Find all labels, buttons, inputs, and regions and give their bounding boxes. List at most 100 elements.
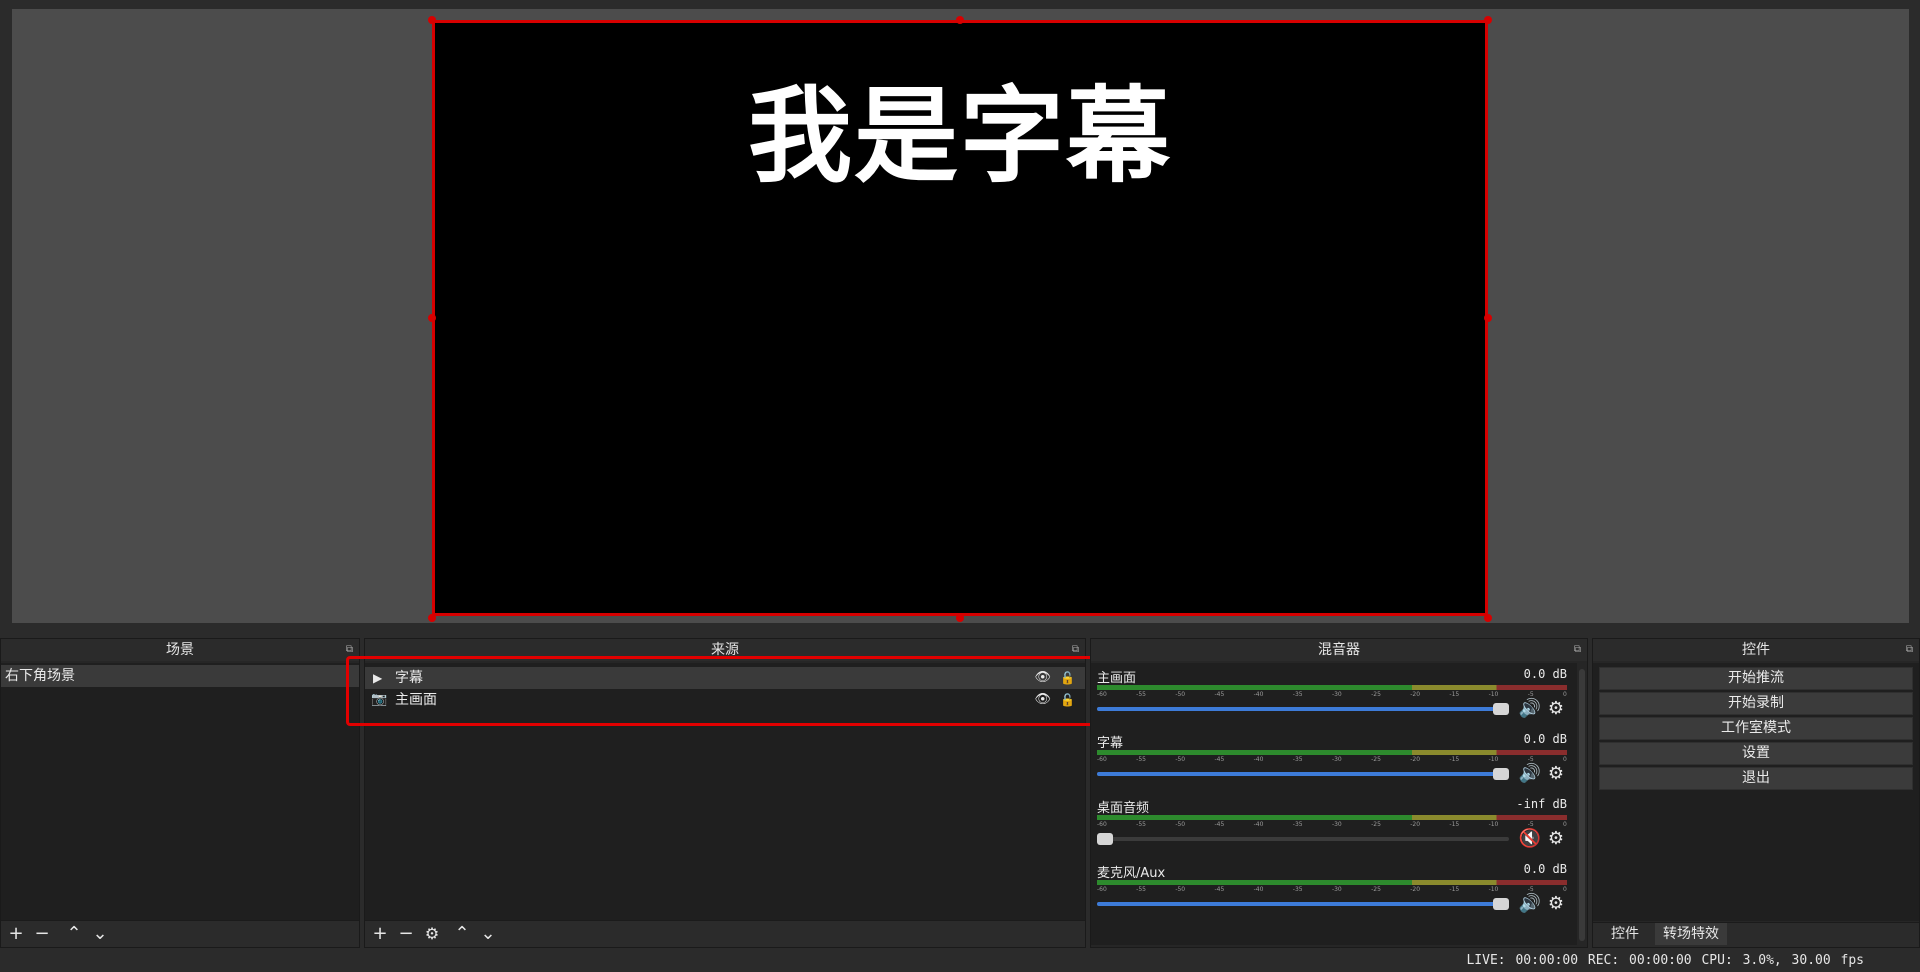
- resize-handle-left[interactable]: [428, 314, 436, 322]
- volume-fader[interactable]: [1097, 703, 1509, 715]
- move-source-up-button[interactable]: ⌃: [451, 923, 473, 945]
- add-scene-button[interactable]: +: [5, 923, 27, 945]
- volume-fader[interactable]: [1097, 833, 1509, 845]
- meter-tick-label: -45: [1214, 886, 1225, 893]
- mixer-channel-db: 0.0 dB: [1523, 667, 1567, 681]
- visibility-eye-icon[interactable]: 👁: [1034, 689, 1051, 711]
- scenes-list[interactable]: 右下角场景: [1, 663, 359, 921]
- resize-handle-bottom-right[interactable]: [1484, 614, 1492, 622]
- meter-tick-label: -20: [1410, 691, 1421, 698]
- tab-controls[interactable]: 控件: [1603, 923, 1647, 945]
- resize-handle-right[interactable]: [1484, 314, 1492, 322]
- mixer-channel-name: 字幕: [1097, 736, 1124, 751]
- volume-fader-fill: [1097, 772, 1509, 776]
- meter-ticks: -60 -55 -50 -45 -40 -35 -30 -25 -20 -15 -10 -5 0: [1097, 756, 1567, 766]
- source-item-label: 主画面: [395, 692, 437, 708]
- start-record-button[interactable]: 开始录制: [1599, 692, 1913, 715]
- undock-icon[interactable]: ⧉: [1906, 644, 1913, 655]
- visibility-eye-icon[interactable]: 👁: [1034, 667, 1051, 689]
- resize-handle-top-left[interactable]: [428, 16, 436, 24]
- meter-tick-label: -35: [1292, 756, 1303, 763]
- meter-tick-label: -40: [1253, 691, 1264, 698]
- meter-tick-label: -25: [1371, 886, 1381, 893]
- meter-tick-label: -10: [1488, 821, 1499, 828]
- mixer-channel-name: 麦克风/Aux: [1097, 866, 1166, 881]
- speaker-icon[interactable]: 🔊: [1517, 893, 1543, 915]
- meter-tick-label: -45: [1214, 821, 1225, 828]
- gear-icon[interactable]: ⚙: [1543, 763, 1569, 785]
- lock-icon[interactable]: 🔓: [1060, 689, 1075, 711]
- tab-transitions[interactable]: 转场特效: [1655, 923, 1727, 945]
- meter-tick-label: -10: [1488, 691, 1499, 698]
- sources-list[interactable]: ▶ 字幕 👁 🔓 📷 主画面 👁 🔓: [365, 663, 1085, 921]
- meter-tick-label: -55: [1136, 756, 1146, 763]
- resize-handle-bottom-left[interactable]: [428, 614, 436, 622]
- meter-tick-label: -25: [1371, 756, 1381, 763]
- meter-tick-label: -15: [1449, 756, 1460, 763]
- volume-fader-knob[interactable]: [1097, 833, 1113, 845]
- muted-speaker-icon[interactable]: 🔇: [1517, 828, 1543, 850]
- undock-icon[interactable]: ⧉: [346, 644, 353, 655]
- speaker-icon[interactable]: 🔊: [1517, 763, 1543, 785]
- volume-fader[interactable]: [1097, 898, 1509, 910]
- speaker-icon[interactable]: 🔊: [1517, 698, 1543, 720]
- studio-mode-button[interactable]: 工作室模式: [1599, 717, 1913, 740]
- scenes-title: 场景: [1, 639, 359, 661]
- source-item[interactable]: 📷 主画面 👁 🔓: [365, 689, 1085, 711]
- meter-tick-label: -30: [1331, 756, 1342, 763]
- lock-icon[interactable]: 🔓: [1060, 667, 1075, 689]
- resize-handle-bottom[interactable]: [956, 614, 964, 622]
- controls-title: 控件: [1593, 639, 1919, 661]
- mixer-channel-name: 主画面: [1097, 671, 1137, 686]
- meter-tick-label: -15: [1449, 691, 1460, 698]
- volume-fader-knob[interactable]: [1493, 703, 1509, 715]
- source-item-label: 字幕: [395, 670, 423, 686]
- preview-canvas[interactable]: 我是字幕: [432, 20, 1488, 616]
- gear-icon[interactable]: ⚙: [1543, 893, 1569, 915]
- undock-icon[interactable]: ⧉: [1574, 644, 1581, 655]
- mixer-channel: 桌面音频 -inf dB -60 -55 -50 -45 -40 -35 -30 -25 -20 -1…: [1097, 797, 1567, 855]
- controls-tabs: 控件 转场特效: [1593, 922, 1919, 947]
- start-stream-button[interactable]: 开始推流: [1599, 667, 1913, 690]
- meter-tick-label: -60: [1097, 756, 1107, 763]
- gear-icon[interactable]: ⚙: [1543, 828, 1569, 850]
- volume-fader[interactable]: [1097, 768, 1509, 780]
- undock-icon[interactable]: ⧉: [1072, 644, 1079, 655]
- add-source-button[interactable]: +: [369, 923, 391, 945]
- canvas-subtitle-text: 我是字幕: [747, 75, 1172, 197]
- mixer-channel: 麦克风/Aux 0.0 dB -60 -55 -50 -45 -40 -35 -30 -25 -20…: [1097, 862, 1567, 920]
- meter-tick-label: -15: [1449, 821, 1460, 828]
- move-source-down-button[interactable]: ⌄: [477, 923, 499, 945]
- mixer-title: 混音器: [1091, 639, 1587, 661]
- meter-tick-label: -20: [1410, 821, 1421, 828]
- source-settings-gear-icon[interactable]: ⚙: [421, 923, 443, 945]
- mixer-scrollbar[interactable]: [1579, 669, 1585, 941]
- meter-tick-label: -55: [1136, 886, 1146, 893]
- mixer-list: 主画面 0.0 dB -60 -55 -50 -45 -40 -35 -30 -25 -20 -15 -…: [1091, 663, 1577, 945]
- gear-icon[interactable]: ⚙: [1543, 698, 1569, 720]
- status-bar: LIVE: 00:00:00 REC: 00:00:00 CPU: 3.0%, …: [0, 950, 1920, 972]
- volume-meter: [1097, 880, 1567, 885]
- status-text: LIVE: 00:00:00 REC: 00:00:00 CPU: 3.0%, …: [1466, 953, 1864, 968]
- scene-item[interactable]: 右下角场景: [1, 665, 359, 687]
- settings-button[interactable]: 设置: [1599, 742, 1913, 765]
- move-scene-up-button[interactable]: ⌃: [63, 923, 85, 945]
- meter-tick-label: -10: [1488, 756, 1499, 763]
- meter-tick-label: -30: [1331, 821, 1342, 828]
- exit-button[interactable]: 退出: [1599, 767, 1913, 790]
- meter-tick-label: -30: [1331, 691, 1342, 698]
- meter-tick-label: -25: [1371, 691, 1381, 698]
- move-scene-down-button[interactable]: ⌄: [89, 923, 111, 945]
- source-item[interactable]: ▶ 字幕 👁 🔓: [365, 667, 1085, 689]
- meter-tick-label: -35: [1292, 821, 1303, 828]
- resize-handle-top-right[interactable]: [1484, 16, 1492, 24]
- volume-fader-knob[interactable]: [1493, 898, 1509, 910]
- resize-handle-top[interactable]: [956, 16, 964, 24]
- remove-scene-button[interactable]: −: [31, 923, 53, 945]
- controls-dock: 控件 ⧉ 开始推流 开始录制 工作室模式 设置 退出 控件 转场特效: [1592, 638, 1920, 948]
- meter-tick-label: -55: [1136, 821, 1146, 828]
- volume-fader-knob[interactable]: [1493, 768, 1509, 780]
- mixer-channel-db: 0.0 dB: [1523, 732, 1567, 746]
- remove-source-button[interactable]: −: [395, 923, 417, 945]
- meter-tick-label: -30: [1331, 886, 1342, 893]
